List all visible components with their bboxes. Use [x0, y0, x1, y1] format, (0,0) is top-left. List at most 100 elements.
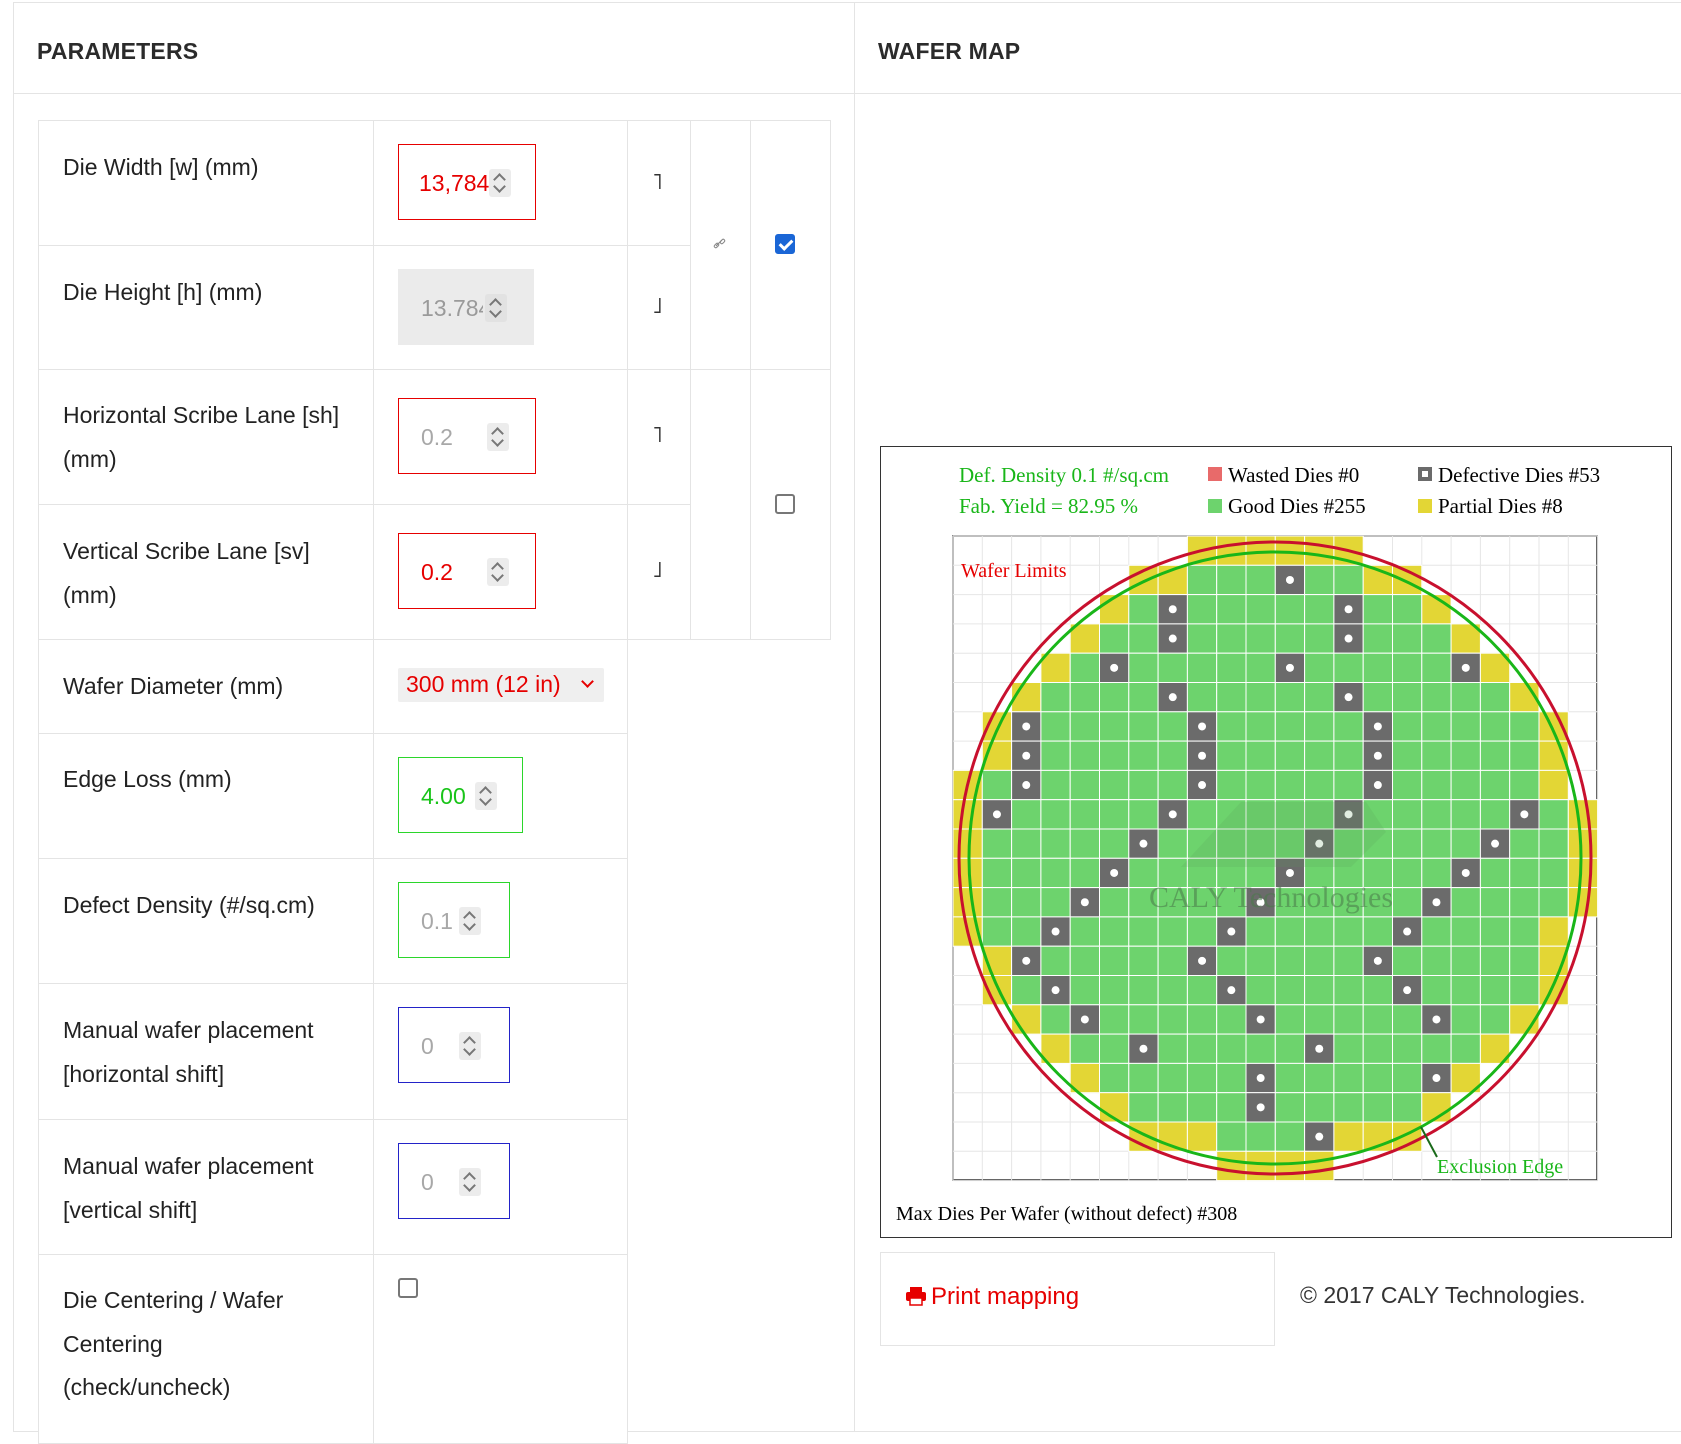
v-shift-input[interactable]: 0 — [398, 1143, 510, 1219]
good-die — [1274, 623, 1306, 654]
good-die — [1216, 652, 1247, 683]
parameters-title: PARAMETERS — [37, 38, 199, 64]
good-die — [1421, 623, 1452, 654]
good-die — [1421, 711, 1452, 742]
good-die — [1040, 828, 1071, 859]
good-die — [1040, 857, 1071, 889]
legend-partial: Partial Dies #8 — [1438, 494, 1563, 518]
legend-wasted-swatch — [1208, 467, 1222, 481]
v-shift-label-line1: Manual wafer placement — [63, 1153, 314, 1179]
defect-density-spinner[interactable] — [459, 907, 481, 935]
print-mapping-label: Print mapping — [931, 1283, 1080, 1310]
good-die — [1186, 1092, 1218, 1123]
legend-good: Good Dies #255 — [1228, 494, 1366, 518]
defect-dot — [1256, 1015, 1265, 1024]
good-die — [1362, 652, 1394, 683]
die-width-spinner[interactable] — [489, 169, 511, 197]
centering-label-line3: (check/uncheck) — [63, 1374, 231, 1400]
partial-die — [1245, 1150, 1276, 1182]
defect-dot — [1022, 722, 1031, 731]
good-die — [1274, 1092, 1306, 1123]
good-die — [1479, 1004, 1511, 1035]
die-height-spinner[interactable] — [485, 294, 507, 322]
good-die — [1509, 769, 1540, 801]
defect-dot — [1491, 839, 1500, 848]
good-die — [1333, 564, 1364, 596]
good-die — [1421, 975, 1452, 1006]
good-die — [1069, 769, 1100, 801]
bracket-top-icon: ˥ — [652, 423, 663, 448]
good-die — [1421, 1033, 1452, 1064]
legend-defective: Defective Dies #53 — [1438, 463, 1600, 487]
good-die — [1128, 711, 1159, 742]
wafer-map-header: WAFER MAP — [854, 2, 1681, 94]
good-die — [1304, 711, 1335, 742]
good-die — [1538, 857, 1569, 889]
parameters-header: PARAMETERS — [13, 2, 855, 94]
good-die — [1421, 652, 1452, 683]
link-scribe-checkbox[interactable] — [775, 494, 795, 514]
good-die — [1509, 740, 1540, 771]
watermark-text: CALY Technologies — [1149, 881, 1393, 914]
defect-dot — [1373, 751, 1382, 760]
good-die — [1069, 828, 1100, 859]
defect-dot — [1168, 605, 1177, 614]
good-die — [1392, 887, 1423, 918]
defect-dot — [1432, 1015, 1441, 1024]
good-die — [1069, 975, 1100, 1006]
defect-dot — [1080, 898, 1089, 907]
partial-die — [1392, 1121, 1423, 1152]
wafer-diameter-select[interactable]: 300 mm (12 in) — [398, 668, 604, 702]
good-die — [1450, 769, 1481, 801]
good-die — [1392, 740, 1423, 771]
good-die — [1011, 799, 1042, 830]
good-die — [1274, 594, 1306, 625]
die-width-value: 13,784 — [419, 170, 490, 196]
defect-dot — [1403, 986, 1412, 995]
good-die — [1157, 1092, 1188, 1123]
v-shift-spinner[interactable] — [459, 1168, 481, 1196]
edge-loss-input[interactable]: 4.00 — [398, 757, 523, 833]
defect-density-input[interactable]: 0.1 — [398, 882, 510, 958]
good-die — [1274, 1004, 1306, 1035]
defect-dot — [1344, 634, 1353, 643]
good-die — [1099, 711, 1130, 742]
good-die — [1128, 682, 1159, 713]
good-die — [1245, 594, 1276, 625]
good-die — [1362, 594, 1394, 625]
link-icon[interactable] — [713, 237, 727, 251]
link-dimensions-checkbox[interactable] — [775, 234, 795, 254]
defect-dot — [1022, 956, 1031, 965]
good-die — [1362, 975, 1394, 1006]
h-scribe-spinner[interactable] — [487, 423, 509, 451]
good-die — [1128, 740, 1159, 771]
centering-label-line2: Centering — [63, 1331, 163, 1357]
print-mapping-link[interactable]: Print mapping — [905, 1283, 1079, 1311]
print-box: Print mapping — [880, 1252, 1275, 1346]
die-height-input[interactable]: 13.784 — [398, 269, 534, 345]
good-die — [1392, 769, 1423, 801]
v-scribe-input[interactable]: 0.2 — [398, 533, 536, 609]
good-die — [1392, 1033, 1423, 1064]
edge-loss-spinner[interactable] — [475, 782, 497, 810]
die-width-input[interactable]: 13,784 — [398, 144, 536, 220]
good-die — [1099, 828, 1130, 859]
good-die — [1392, 1004, 1423, 1035]
h-shift-input[interactable]: 0 — [398, 1007, 510, 1083]
defect-dot — [1520, 810, 1529, 819]
good-die — [1362, 1062, 1394, 1094]
partial-die — [1567, 799, 1599, 830]
centering-checkbox[interactable] — [398, 1278, 418, 1298]
good-die — [1186, 652, 1218, 683]
good-die — [1304, 652, 1335, 683]
good-die — [1099, 623, 1130, 654]
v-scribe-spinner[interactable] — [487, 558, 509, 586]
h-shift-spinner[interactable] — [459, 1032, 481, 1060]
good-die — [1333, 652, 1364, 683]
good-die — [1509, 711, 1540, 742]
h-scribe-input[interactable]: 0.2 — [398, 398, 536, 474]
good-die — [1040, 682, 1071, 713]
good-die — [1216, 740, 1247, 771]
bracket-bottom-icon: ˩ — [652, 558, 663, 583]
defect-dot — [1227, 986, 1236, 995]
